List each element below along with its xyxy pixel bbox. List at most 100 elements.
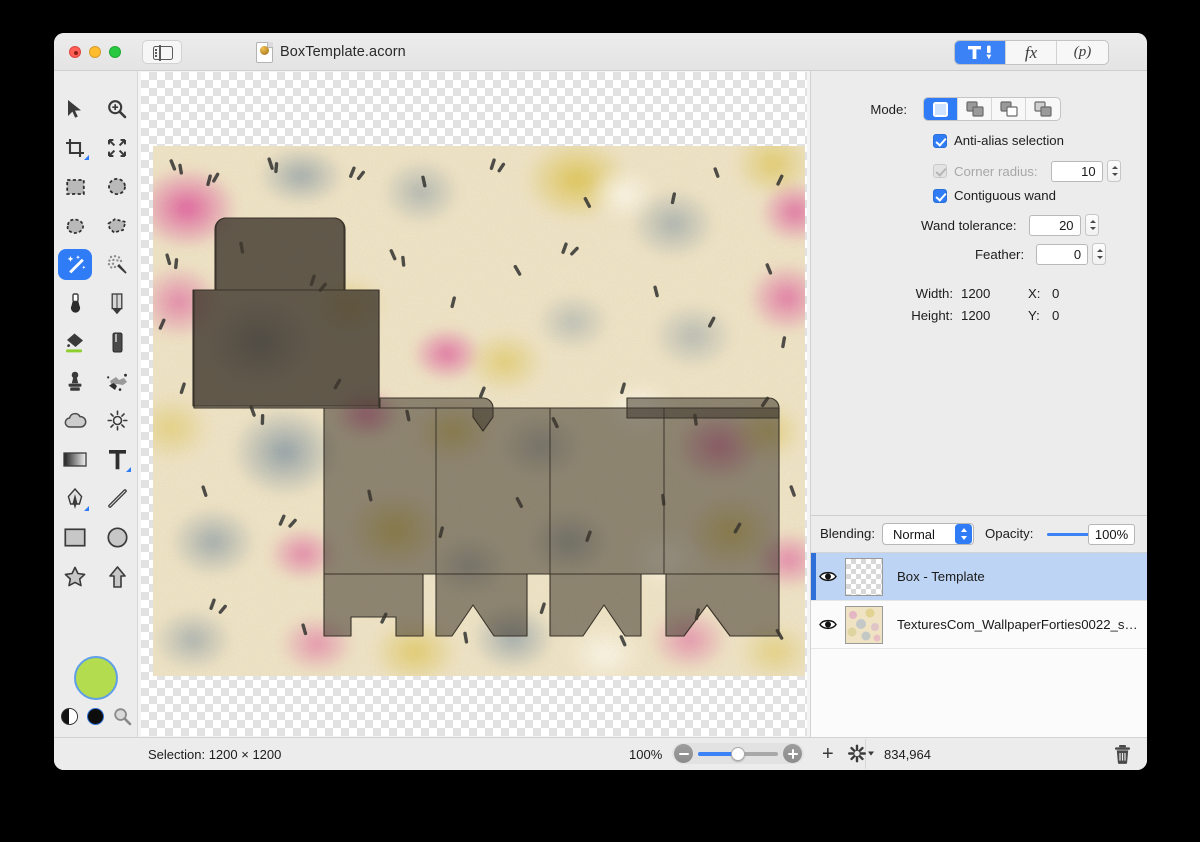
ellipse-shape-tool[interactable] — [96, 518, 138, 557]
crop-tool[interactable] — [54, 128, 96, 167]
acorn-window: BoxTemplate.acorn fx (p) Mode: Anti-alia… — [54, 33, 1147, 770]
canvas-checkerboard[interactable] — [141, 72, 807, 736]
circle-icon — [106, 527, 128, 548]
corner-radius-input: 10 — [1050, 160, 1103, 182]
eraser-tool[interactable] — [96, 323, 138, 362]
sidebar-toggle-button[interactable] — [142, 40, 182, 64]
feather-row: Feather: 0 — [975, 243, 1107, 265]
feather-input[interactable]: 0 — [1036, 243, 1089, 265]
intersect-selection-button[interactable] — [1026, 98, 1060, 120]
tab-presets[interactable]: (p) — [1057, 41, 1108, 64]
gear-icon — [848, 744, 874, 763]
tab-tools[interactable] — [955, 41, 1006, 64]
foreground-color-swatch[interactable] — [74, 656, 118, 700]
acorn-document-icon — [256, 42, 273, 63]
contiguous-wand-row[interactable]: Contiguous wand — [933, 188, 1056, 203]
blur-tool[interactable] — [54, 401, 96, 440]
document-title: BoxTemplate.acorn — [280, 44, 406, 60]
zoom-control[interactable] — [672, 743, 804, 764]
polygon-lasso-tool[interactable] — [96, 206, 138, 245]
anti-alias-row[interactable]: Anti-alias selection — [933, 133, 1064, 148]
layer-visibility-toggle[interactable] — [811, 618, 845, 631]
contiguous-wand-checkbox[interactable] — [933, 188, 947, 203]
gradient-tool[interactable] — [54, 440, 96, 479]
new-selection-button[interactable] — [924, 98, 958, 120]
blending-mode-select[interactable]: Normal — [882, 523, 974, 545]
minimize-button[interactable] — [89, 46, 101, 58]
star-shape-tool[interactable] — [54, 557, 96, 596]
layer-name: TexturesCom_WallpaperForties0022_s… — [897, 617, 1138, 632]
corner-radius-stepper — [1106, 160, 1121, 182]
hammer-tool-icon — [968, 45, 992, 60]
layer-thumbnail — [845, 557, 883, 596]
subtract-selection-button[interactable] — [992, 98, 1026, 120]
magnifier-plus-icon — [108, 99, 127, 118]
paint-bucket-tool[interactable] — [54, 323, 96, 362]
swap-colors-icon[interactable] — [60, 708, 78, 725]
opacity-label: Opacity: — [985, 526, 1034, 541]
dodge-tool[interactable] — [96, 401, 138, 440]
pixel-count-text: 834,964 — [884, 747, 931, 762]
rect-select-tool[interactable] — [54, 167, 96, 206]
corner-radius-label: Corner radius: — [954, 163, 1038, 179]
zoom-in-button[interactable] — [783, 744, 802, 763]
lasso-tool[interactable] — [54, 206, 96, 245]
zoom-out-button[interactable] — [674, 744, 693, 763]
contiguous-wand-label: Contiguous wand — [954, 188, 1056, 203]
transform-tool[interactable] — [96, 128, 138, 167]
wand-tolerance-stepper[interactable] — [1084, 214, 1099, 236]
x-label: X: — [1028, 286, 1041, 301]
intersect-selection-icon — [1034, 101, 1052, 117]
zoom-button[interactable] — [109, 46, 121, 58]
color-picker-magnifier-icon[interactable] — [113, 707, 132, 726]
arrow-shape-tool[interactable] — [96, 557, 138, 596]
close-button[interactable] — [69, 46, 81, 58]
clone-stamp-tool[interactable] — [54, 362, 96, 401]
instant-alpha-tool[interactable] — [96, 245, 138, 284]
tab-filters[interactable]: fx — [1006, 41, 1057, 64]
chevron-updown-icon — [955, 524, 972, 544]
opacity-value-field[interactable]: 100% — [1088, 524, 1135, 545]
box-template-artboard[interactable] — [153, 146, 805, 676]
x-value: 0 — [1052, 286, 1060, 301]
add-layer-button[interactable]: + — [822, 744, 834, 764]
move-tool[interactable] — [54, 89, 96, 128]
add-selection-button[interactable] — [958, 98, 992, 120]
magic-wand-tool[interactable] — [54, 245, 96, 284]
feather-stepper[interactable] — [1092, 243, 1107, 265]
pencil-icon — [111, 292, 123, 314]
new-selection-icon — [933, 101, 948, 117]
text-tool[interactable] — [96, 440, 138, 479]
zoom-slider[interactable] — [698, 746, 778, 761]
layer-blend-bar: Blending: Normal Opacity: 100% — [811, 516, 1147, 553]
crop-icon — [66, 138, 84, 157]
eye-icon — [819, 619, 837, 630]
magic-wand-icon — [67, 255, 85, 274]
selection-size-text: Selection: 1200 × 1200 — [148, 747, 282, 762]
layer-visibility-toggle[interactable] — [811, 570, 845, 583]
smudge-tool[interactable] — [96, 362, 138, 401]
anti-alias-checkbox[interactable] — [933, 133, 947, 148]
stamp-icon — [68, 371, 82, 391]
layer-row-box-template[interactable]: Box - Template — [811, 553, 1147, 601]
bezier-pen-tool[interactable] — [54, 479, 96, 518]
feather-label: Feather: — [975, 246, 1025, 262]
background-color-swatch[interactable] — [86, 708, 104, 725]
line-tool[interactable] — [96, 479, 138, 518]
width-value: 1200 — [961, 286, 991, 301]
wand-tolerance-input[interactable]: 20 — [1028, 214, 1081, 236]
zoom-tool[interactable] — [96, 89, 138, 128]
canvas-scroll-area[interactable] — [138, 71, 810, 737]
sidebar-icon — [153, 45, 173, 61]
corner-radius-row: Corner radius: 10 — [933, 160, 1121, 182]
pencil-tool[interactable] — [96, 284, 138, 323]
mode-label: Mode: — [870, 101, 907, 117]
ellipse-select-tool[interactable] — [96, 167, 138, 206]
rectangle-shape-tool[interactable] — [54, 518, 96, 557]
trash-icon — [1115, 745, 1130, 764]
layer-row-wallpaper[interactable]: TexturesCom_WallpaperForties0022_s… — [811, 601, 1147, 649]
delete-layer-button[interactable] — [1113, 744, 1132, 769]
eraser-icon — [112, 332, 122, 353]
brush-tool[interactable] — [54, 284, 96, 323]
layer-actions-button[interactable] — [847, 744, 877, 768]
